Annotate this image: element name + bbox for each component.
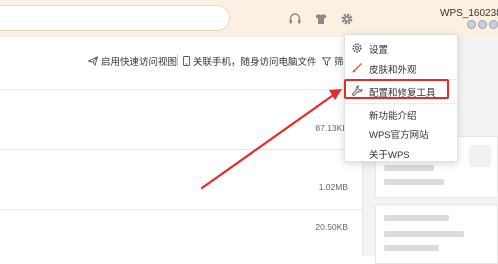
gear-icon[interactable] bbox=[340, 12, 354, 26]
blurred-text bbox=[384, 231, 464, 237]
blurred-text bbox=[384, 179, 444, 185]
headset-icon[interactable] bbox=[288, 12, 302, 26]
row-divider bbox=[0, 89, 362, 90]
menu-item-label: 关于WPS bbox=[369, 150, 410, 161]
row-divider bbox=[0, 209, 362, 210]
shirt-icon[interactable] bbox=[314, 12, 328, 26]
blurred-text bbox=[384, 165, 434, 171]
menu-item-settings[interactable]: 设置 bbox=[345, 38, 457, 58]
file-list-pane: 启用快速访问视图 关联手机，随身访问电脑文件 筛 87.13KB 1.02MB … bbox=[0, 37, 362, 256]
filter-icon bbox=[322, 56, 331, 66]
username[interactable]: WPS_1602382 bbox=[440, 8, 498, 19]
info-card bbox=[375, 204, 498, 264]
gear-icon bbox=[352, 43, 362, 53]
menu-item-label: 皮肤和外观 bbox=[369, 65, 417, 76]
row-divider bbox=[0, 149, 362, 150]
filter-label: 筛 bbox=[334, 57, 344, 68]
file-list-toolbar: 启用快速访问视图 关联手机，随身访问电脑文件 筛 bbox=[0, 37, 360, 77]
account-status-icons bbox=[467, 20, 498, 29]
blurred-text bbox=[384, 245, 439, 251]
search-input[interactable] bbox=[0, 5, 230, 31]
status-icon bbox=[467, 20, 476, 29]
menu-item-about-wps[interactable]: 关于WPS bbox=[345, 143, 457, 163]
quick-access-view-button[interactable]: 启用快速访问视图 bbox=[88, 54, 177, 68]
phone-icon bbox=[183, 56, 190, 66]
highlight-box bbox=[344, 79, 449, 99]
menu-item-label: WPS官方网站 bbox=[369, 130, 429, 141]
file-size: 20.50KB bbox=[315, 222, 348, 232]
menu-item-official-website[interactable]: WPS官方网站 bbox=[345, 123, 457, 143]
card-action[interactable] bbox=[469, 145, 491, 167]
send-icon bbox=[88, 56, 98, 66]
menu-item-label: 新功能介绍 bbox=[369, 111, 417, 122]
top-bar: WPS_1602382 bbox=[0, 0, 498, 37]
link-phone-button[interactable]: 关联手机，随身访问电脑文件 bbox=[183, 54, 317, 68]
menu-item-new-features[interactable]: 新功能介绍 bbox=[345, 104, 457, 124]
status-icon bbox=[489, 20, 498, 29]
brush-icon bbox=[352, 63, 362, 73]
filter-button[interactable]: 筛 bbox=[322, 54, 344, 68]
status-icon bbox=[478, 20, 487, 29]
link-phone-label: 关联手机，随身访问电脑文件 bbox=[193, 57, 317, 68]
menu-item-label: 设置 bbox=[369, 45, 389, 56]
toolbar-divider bbox=[177, 54, 178, 66]
quick-access-view-label: 启用快速访问视图 bbox=[101, 57, 178, 68]
blurred-text bbox=[384, 215, 449, 221]
menu-item-skin[interactable]: 皮肤和外观 bbox=[345, 58, 457, 78]
file-size: 1.02MB bbox=[318, 182, 348, 192]
